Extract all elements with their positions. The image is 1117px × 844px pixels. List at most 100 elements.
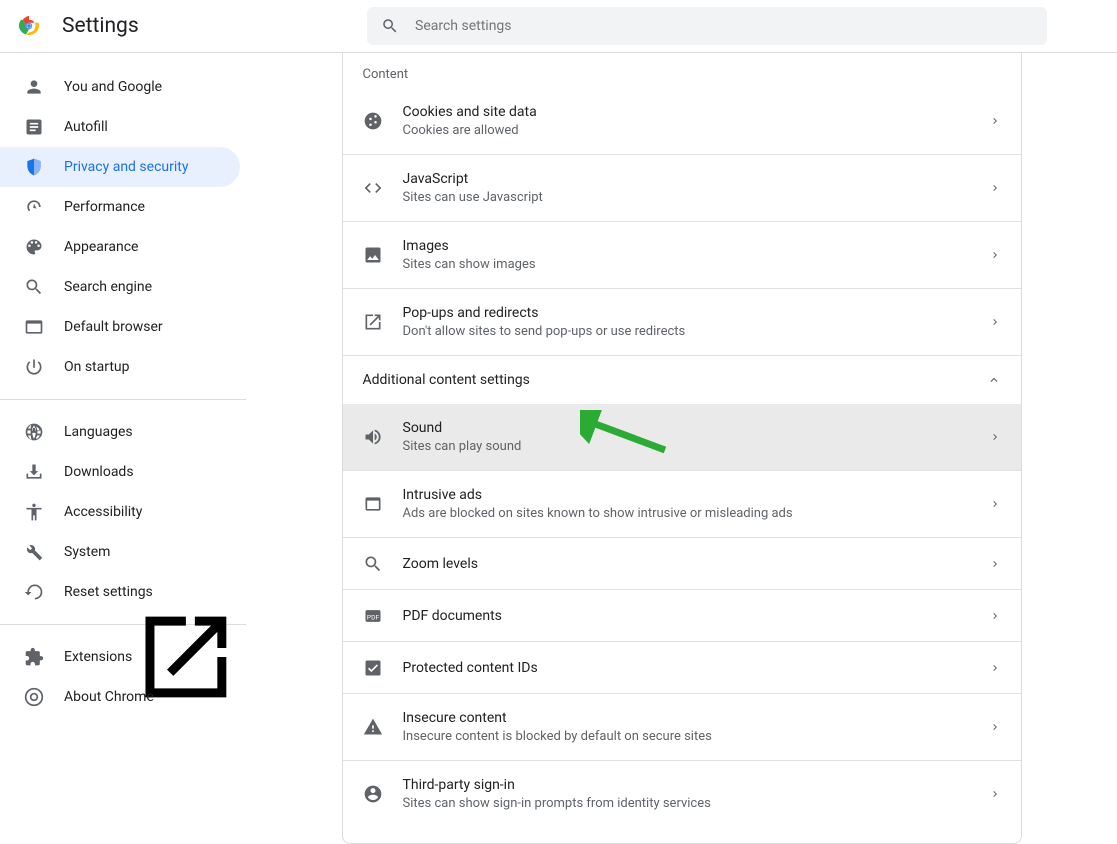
sidebar-item-downloads[interactable]: Downloads (0, 452, 240, 492)
webasset-icon (363, 494, 383, 514)
row-title: PDF documents (403, 606, 989, 626)
row-subtitle: Sites can show images (403, 256, 989, 274)
sidebar-item-label: About Chrome (64, 689, 154, 705)
chevron-right-icon (989, 115, 1001, 127)
row-subtitle: Cookies are allowed (403, 122, 989, 140)
sidebar-item-you-and-google[interactable]: You and Google (0, 67, 240, 107)
row-subtitle: Sites can play sound (403, 438, 989, 456)
setting-row-pdf-documents[interactable]: PDF documents (343, 589, 1021, 641)
sidebar-item-extensions[interactable]: Extensions (0, 637, 240, 677)
sidebar-item-system[interactable]: System (0, 532, 240, 572)
section-title-content: Content (343, 53, 1021, 88)
row-subtitle: Don't allow sites to send pop-ups or use… (403, 323, 989, 341)
row-title: Insecure content (403, 708, 989, 728)
setting-row-javascript[interactable]: JavaScriptSites can use Javascript (343, 154, 1021, 221)
search-icon (24, 277, 44, 297)
sidebar-item-label: Autofill (64, 119, 108, 135)
setting-row-pop-ups-and-redirects[interactable]: Pop-ups and redirectsDon't allow sites t… (343, 288, 1021, 355)
sidebar-item-performance[interactable]: Performance (0, 187, 240, 227)
additional-content-settings-label: Additional content settings (363, 372, 530, 388)
chevron-right-icon (989, 788, 1001, 800)
chrome-logo-icon (18, 15, 40, 37)
search-input[interactable] (415, 18, 1033, 34)
setting-row-images[interactable]: ImagesSites can show images (343, 221, 1021, 288)
speed-icon (24, 197, 44, 217)
setting-row-intrusive-ads[interactable]: Intrusive adsAds are blocked on sites kn… (343, 470, 1021, 537)
chevron-right-icon (989, 498, 1001, 510)
setting-row-sound[interactable]: SoundSites can play sound (343, 404, 1021, 470)
protected-icon (363, 658, 383, 678)
setting-row-insecure-content[interactable]: Insecure contentInsecure content is bloc… (343, 693, 1021, 760)
puzzle-icon (24, 647, 44, 667)
palette-icon (24, 237, 44, 257)
search-icon (381, 17, 399, 35)
setting-row-zoom-levels[interactable]: Zoom levels (343, 537, 1021, 589)
globe-icon (24, 422, 44, 442)
row-subtitle: Insecure content is blocked by default o… (403, 728, 989, 746)
row-title: Intrusive ads (403, 485, 989, 505)
sidebar-item-on-startup[interactable]: On startup (0, 347, 240, 387)
app-title: Settings (62, 14, 139, 38)
power-icon (24, 357, 44, 377)
sidebar-item-accessibility[interactable]: Accessibility (0, 492, 240, 532)
autofill-icon (24, 117, 44, 137)
sidebar-item-label: Default browser (64, 319, 163, 335)
warn-icon (363, 717, 383, 737)
row-title: Cookies and site data (403, 102, 989, 122)
cookie-icon (363, 111, 383, 131)
additional-content-settings-row[interactable]: Additional content settings (343, 355, 1021, 404)
sidebar: You and Google Autofill Privacy and securi… (0, 53, 246, 844)
sidebar-item-label: You and Google (64, 79, 162, 95)
chevron-right-icon (989, 182, 1001, 194)
chevron-right-icon (989, 558, 1001, 570)
row-title: Sound (403, 418, 989, 438)
sidebar-item-label: Downloads (64, 464, 134, 480)
sidebar-item-appearance[interactable]: Appearance (0, 227, 240, 267)
sidebar-item-label: Search engine (64, 279, 152, 295)
chrome-icon (24, 687, 44, 707)
settings-panel: Content Cookies and site dataCookies are… (342, 53, 1022, 844)
chevron-right-icon (989, 249, 1001, 261)
account-icon (363, 784, 383, 804)
sidebar-item-default-browser[interactable]: Default browser (0, 307, 240, 347)
sidebar-item-label: Privacy and security (64, 159, 188, 175)
row-title: JavaScript (403, 169, 989, 189)
shield-icon (24, 157, 44, 177)
chevron-right-icon (989, 721, 1001, 733)
row-subtitle: Ads are blocked on sites known to show i… (403, 505, 989, 523)
row-title: Protected content IDs (403, 658, 989, 678)
sidebar-item-languages[interactable]: Languages (0, 412, 240, 452)
sidebar-item-label: System (64, 544, 110, 560)
download-icon (24, 462, 44, 482)
chevron-right-icon (989, 431, 1001, 443)
sidebar-item-label: Extensions (64, 649, 132, 665)
row-title: Third-party sign-in (403, 775, 989, 795)
access-icon (24, 502, 44, 522)
row-subtitle: Sites can use Javascript (403, 189, 989, 207)
row-title: Images (403, 236, 989, 256)
row-title: Pop-ups and redirects (403, 303, 989, 323)
sidebar-item-label: Performance (64, 199, 145, 215)
sound-icon (363, 427, 383, 447)
topbar: Settings (0, 0, 1117, 53)
setting-row-protected-content-ids[interactable]: Protected content IDs (343, 641, 1021, 693)
launch-icon (363, 312, 383, 332)
chevron-right-icon (989, 610, 1001, 622)
sidebar-item-label: Appearance (64, 239, 138, 255)
search-box[interactable] (367, 7, 1047, 45)
browser-icon (24, 317, 44, 337)
setting-row-third-party-sign-in[interactable]: Third-party sign-inSites can show sign-i… (343, 760, 1021, 827)
zoom-icon (363, 554, 383, 574)
chevron-right-icon (989, 662, 1001, 674)
sidebar-item-privacy-and-security[interactable]: Privacy and security (0, 147, 240, 187)
row-subtitle: Sites can show sign-in prompts from iden… (403, 795, 989, 813)
image-icon (363, 245, 383, 265)
sidebar-item-label: Accessibility (64, 504, 142, 520)
person-icon (24, 77, 44, 97)
sidebar-item-label: On startup (64, 359, 130, 375)
setting-row-cookies-and-site-data[interactable]: Cookies and site dataCookies are allowed (343, 88, 1021, 154)
sidebar-divider (0, 399, 246, 400)
pdf-icon (363, 606, 383, 626)
sidebar-item-search-engine[interactable]: Search engine (0, 267, 240, 307)
sidebar-item-autofill[interactable]: Autofill (0, 107, 240, 147)
